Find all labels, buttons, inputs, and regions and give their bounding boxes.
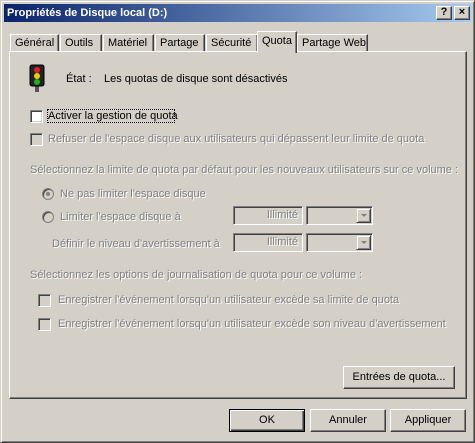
- close-icon: ×: [458, 6, 466, 18]
- help-button[interactable]: ?: [436, 6, 452, 20]
- quota-entries-button[interactable]: Entrées de quota...: [343, 366, 455, 389]
- ok-label: OK: [259, 414, 275, 426]
- deny-space-checkbox[interactable]: [30, 133, 43, 146]
- warning-value: Illimité: [266, 236, 298, 248]
- radio-dot: [46, 192, 50, 196]
- traffic-light-icon: [26, 64, 48, 92]
- tab-label: Sécurité: [211, 37, 252, 49]
- log-limit-label[interactable]: Enregistrer l'événement lorsqu'un utilis…: [58, 294, 399, 306]
- limit-value-field[interactable]: Illimité: [233, 206, 303, 225]
- log-warning-label[interactable]: Enregistrer l'événement lorsqu'un utilis…: [58, 318, 446, 330]
- log-warning-checkbox[interactable]: [38, 318, 51, 331]
- enable-quota-checkbox[interactable]: [30, 110, 43, 123]
- help-icon: ?: [440, 6, 448, 18]
- no-limit-radio[interactable]: [42, 188, 54, 200]
- status-label: État :: [66, 73, 92, 85]
- tab-label: Partage: [160, 37, 199, 49]
- log-limit-checkbox[interactable]: [38, 294, 51, 307]
- tab-security[interactable]: Sécurité: [206, 34, 258, 52]
- tab-sharing[interactable]: Partage: [155, 34, 205, 52]
- apply-label: Appliquer: [404, 414, 452, 426]
- cancel-label: Annuler: [329, 414, 367, 426]
- tab-hardware[interactable]: Matériel: [103, 34, 154, 52]
- close-button[interactable]: ×: [454, 6, 470, 20]
- deny-space-label[interactable]: Refuser de l'espace disque aux utilisate…: [48, 133, 424, 145]
- status-value: Les quotas de disque sont désactivés: [104, 73, 288, 85]
- tab-label: Quota: [262, 35, 292, 47]
- tab-web-sharing[interactable]: Partage Web: [297, 34, 368, 52]
- tab-quota[interactable]: Quota: [257, 31, 297, 53]
- tab-tools[interactable]: Outils: [60, 34, 102, 52]
- limit-value: Illimité: [266, 209, 298, 221]
- tab-label: Matériel: [108, 37, 148, 49]
- tab-general[interactable]: Général: [10, 34, 59, 52]
- warning-value-field[interactable]: Illimité: [233, 233, 303, 252]
- no-limit-label[interactable]: Ne pas limiter l'espace disque: [60, 188, 206, 200]
- title-bar[interactable]: Propriétés de Disque local (D:): [4, 4, 471, 22]
- chevron-down-icon[interactable]: [356, 208, 371, 223]
- tab-label: Outils: [65, 37, 94, 49]
- tab-label: Général: [15, 37, 55, 49]
- limit-label[interactable]: Limiter l'espace disque à: [60, 211, 181, 223]
- quota-panel: État : Les quotas de disque sont désacti…: [9, 51, 467, 399]
- limit-unit-select[interactable]: [306, 206, 373, 225]
- quota-entries-label: Entrées de quota...: [352, 371, 446, 383]
- tab-label: Partage Web: [302, 37, 367, 49]
- enable-quota-label[interactable]: Activer la gestion de quota: [48, 110, 178, 122]
- limit-radio[interactable]: [42, 211, 54, 223]
- warning-unit-select[interactable]: [306, 233, 373, 252]
- properties-dialog: Propriétés de Disque local (D:) ? × Géné…: [0, 0, 475, 443]
- logging-section-heading: Sélectionnez les options de journalisati…: [30, 269, 363, 281]
- ok-button[interactable]: OK: [229, 409, 305, 432]
- limit-section-heading: Sélectionnez la limite de quota par défa…: [30, 164, 459, 176]
- warning-label: Définir le niveau d'avertissement à: [52, 238, 220, 250]
- chevron-down-icon[interactable]: [356, 235, 371, 250]
- window-title: Propriétés de Disque local (D:): [7, 7, 168, 19]
- apply-button[interactable]: Appliquer: [390, 409, 466, 432]
- cancel-button[interactable]: Annuler: [310, 409, 386, 432]
